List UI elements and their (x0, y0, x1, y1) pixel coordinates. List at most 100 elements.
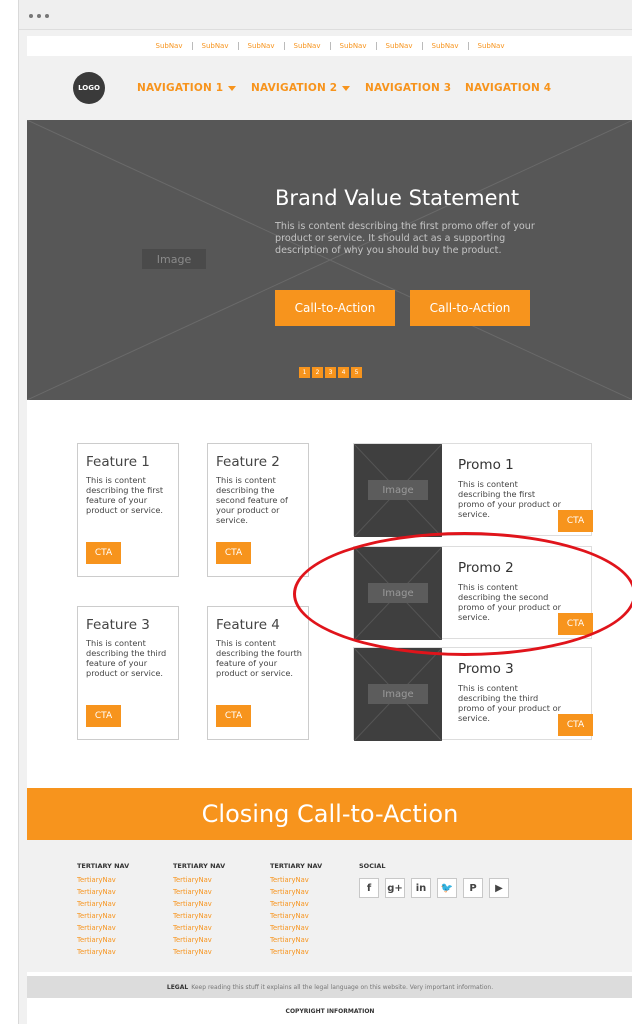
feature-title: Feature 4 (216, 617, 280, 633)
promo-card-1: Image Promo 1 This is content describing… (353, 443, 593, 537)
footer-link[interactable]: TertiaryNav (77, 886, 129, 898)
footer-heading: TERTIARY NAV (270, 862, 323, 870)
hero-image-label: Image (142, 249, 206, 269)
pinterest-icon[interactable]: P (463, 878, 483, 898)
promo-description: This is content describing the third pro… (458, 683, 561, 723)
pager-dot[interactable]: 2 (312, 367, 323, 378)
footer-social-column: SOCIAL (359, 862, 386, 874)
footer-link[interactable]: TertiaryNav (77, 874, 129, 886)
subnav-link[interactable]: SubNav (331, 42, 377, 50)
feature-title: Feature 1 (86, 454, 150, 470)
carousel-pager: 1 2 3 4 5 (299, 367, 362, 378)
site-footer: TERTIARY NAV TertiaryNav TertiaryNav Ter… (27, 840, 632, 972)
hero-cta-button-2[interactable]: Call-to-Action (410, 290, 530, 326)
footer-link[interactable]: TertiaryNav (173, 874, 225, 886)
promo-card-2: Image Promo 2 This is content describing… (353, 546, 593, 640)
linkedin-icon[interactable]: in (411, 878, 431, 898)
subnav-link[interactable]: SubNav (239, 42, 285, 50)
feature-cta-button[interactable]: CTA (216, 705, 251, 727)
facebook-icon[interactable]: f (359, 878, 379, 898)
footer-link[interactable]: TertiaryNav (173, 910, 225, 922)
google-plus-icon[interactable]: g+ (385, 878, 405, 898)
youtube-icon[interactable]: ▶ (489, 878, 509, 898)
pager-dot[interactable]: 1 (299, 367, 310, 378)
pager-dot[interactable]: 5 (351, 367, 362, 378)
subnav-link[interactable]: SubNav (285, 42, 331, 50)
feature-description: This is content describing the third fea… (86, 638, 167, 678)
footer-link[interactable]: TertiaryNav (77, 946, 129, 958)
promo-cta-button[interactable]: CTA (558, 510, 593, 532)
feature-cta-button[interactable]: CTA (216, 542, 251, 564)
browser-chrome (19, 0, 632, 30)
image-placeholder-cross (27, 120, 632, 400)
footer-link[interactable]: TertiaryNav (270, 946, 322, 958)
nav-label: NAVIGATION 1 (137, 82, 224, 94)
nav-label: NAVIGATION 3 (365, 82, 452, 94)
feature-cta-button[interactable]: CTA (86, 542, 121, 564)
promo-title: Promo 3 (458, 661, 514, 677)
feature-description: This is content describing the fourth fe… (216, 638, 302, 678)
promo-image-label: Image (368, 480, 428, 500)
promo-card-3: Image Promo 3 This is content describing… (353, 647, 593, 741)
footer-link[interactable]: TertiaryNav (173, 922, 225, 934)
legal-label: LEGAL (166, 983, 189, 991)
closing-cta-banner[interactable]: Closing Call-to-Action (27, 788, 632, 840)
footer-link[interactable]: TertiaryNav (173, 934, 225, 946)
promo-cta-button[interactable]: CTA (558, 714, 593, 736)
nav-item-2[interactable]: NAVIGATION 2 (251, 82, 351, 94)
hero-description: This is content describing the first pro… (275, 221, 535, 256)
feature-description: This is content describing the second fe… (216, 475, 288, 525)
nav-item-4[interactable]: NAVIGATION 4 (465, 82, 551, 94)
subnav-link[interactable]: SubNav (193, 42, 239, 50)
feature-card-4: Feature 4 This is content describing the… (207, 606, 309, 740)
copyright-text: COPYRIGHT INFORMATION (27, 998, 632, 1024)
footer-link[interactable]: TertiaryNav (173, 898, 225, 910)
feature-card-3: Feature 3 This is content describing the… (77, 606, 179, 740)
twitter-icon[interactable]: 🐦 (437, 878, 457, 898)
promo-image-placeholder: Image (354, 547, 442, 640)
footer-link[interactable]: TertiaryNav (173, 946, 225, 958)
footer-column-2: TERTIARY NAV TertiaryNav TertiaryNav Ter… (173, 862, 225, 958)
footer-heading: TERTIARY NAV (77, 862, 130, 870)
hero-cta-button-1[interactable]: Call-to-Action (275, 290, 395, 326)
footer-column-1: TERTIARY NAV TertiaryNav TertiaryNav Ter… (77, 862, 129, 958)
footer-link[interactable]: TertiaryNav (270, 886, 322, 898)
feature-title: Feature 2 (216, 454, 280, 470)
pager-dot[interactable]: 4 (338, 367, 349, 378)
subnav-link[interactable]: SubNav (377, 42, 423, 50)
footer-link[interactable]: TertiaryNav (270, 874, 322, 886)
footer-link[interactable]: TertiaryNav (77, 910, 129, 922)
footer-heading: TERTIARY NAV (173, 862, 226, 870)
promo-description: This is content describing the first pro… (458, 479, 561, 519)
logo[interactable]: LOGO (73, 72, 105, 104)
promo-image-placeholder: Image (354, 648, 442, 741)
pager-dot[interactable]: 3 (325, 367, 336, 378)
hero-title: Brand Value Statement (275, 186, 520, 210)
subnav-link[interactable]: SubNav (469, 42, 514, 50)
feature-cta-button[interactable]: CTA (86, 705, 121, 727)
footer-link[interactable]: TertiaryNav (173, 886, 225, 898)
social-icons: f g+ in 🐦 P ▶ (359, 878, 509, 898)
promo-image-label: Image (368, 583, 428, 603)
footer-link[interactable]: TertiaryNav (270, 910, 322, 922)
footer-link[interactable]: TertiaryNav (77, 898, 129, 910)
promo-cta-button[interactable]: CTA (558, 613, 593, 635)
window-dot-icon (37, 14, 41, 18)
nav-item-1[interactable]: NAVIGATION 1 (137, 82, 237, 94)
subnav-bar: SubNav SubNav SubNav SubNav SubNav SubNa… (27, 36, 632, 56)
hero-banner: Image Brand Value Statement This is cont… (27, 120, 632, 400)
footer-link[interactable]: TertiaryNav (77, 922, 129, 934)
window-dot-icon (45, 14, 49, 18)
promo-description: This is content describing the second pr… (458, 582, 561, 622)
nav-label: NAVIGATION 2 (251, 82, 338, 94)
promo-title: Promo 1 (458, 457, 514, 473)
footer-link[interactable]: TertiaryNav (77, 934, 129, 946)
footer-link[interactable]: TertiaryNav (270, 898, 322, 910)
subnav-link[interactable]: SubNav (423, 42, 469, 50)
subnav-link[interactable]: SubNav (147, 42, 193, 50)
footer-link[interactable]: TertiaryNav (270, 934, 322, 946)
footer-link[interactable]: TertiaryNav (270, 922, 322, 934)
nav-item-3[interactable]: NAVIGATION 3 (365, 82, 451, 94)
nav-label: NAVIGATION 4 (465, 82, 552, 94)
caret-down-icon (342, 85, 351, 91)
